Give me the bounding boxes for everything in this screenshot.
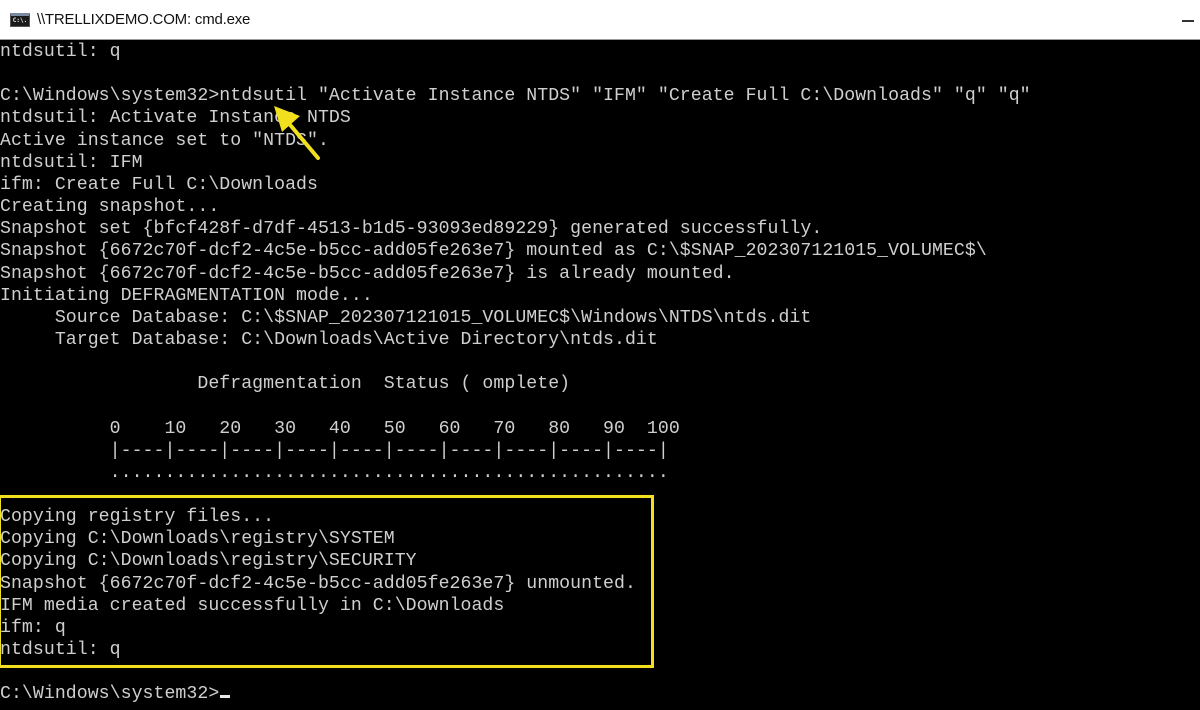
- text-cursor: [220, 695, 231, 699]
- console-line-text: Source Database: C:\$SNAP_202307121015_V…: [0, 307, 812, 328]
- console-line: Snapshot set {bfcf428f-d7df-4513-b1d5-93…: [0, 218, 822, 240]
- console-line-text: Creating snapshot...: [0, 197, 220, 218]
- console-line: ........................................…: [0, 462, 669, 484]
- console-line: Defragmentation Status ( omplete): [0, 373, 570, 395]
- title-bar[interactable]: C:\. \\TRELLIXDEMO.COM: cmd.exe: [0, 0, 1200, 40]
- console-line-text: Snapshot set {bfcf428f-d7df-4513-b1d5-93…: [0, 219, 823, 240]
- console-line-text: |----|----|----|----|----|----|----|----…: [0, 440, 669, 461]
- console-output[interactable]: ntdsutil: q C:\Windows\system32>ntdsutil …: [0, 40, 1200, 710]
- console-line-text: ifm: Create Full C:\Downloads: [0, 174, 318, 195]
- console-line: IFM media created successfully in C:\Dow…: [0, 595, 504, 617]
- console-line: ntdsutil: q: [0, 639, 121, 661]
- console-line: ntdsutil: q: [0, 41, 121, 63]
- console-line-text: ntdsutil: q: [0, 42, 121, 62]
- console-line: Snapshot {6672c70f-dcf2-4c5e-b5cc-add05f…: [0, 573, 636, 595]
- console-line: Target Database: C:\Downloads\Active Dir…: [0, 329, 658, 351]
- console-line: |----|----|----|----|----|----|----|----…: [0, 440, 669, 462]
- cmd-icon: C:\.: [10, 12, 30, 27]
- console-line-text: Snapshot {6672c70f-dcf2-4c5e-b5cc-add05f…: [0, 263, 735, 284]
- console-line: Creating snapshot...: [0, 196, 219, 218]
- cmd-window: C:\. \\TRELLIXDEMO.COM: cmd.exe ntdsutil…: [0, 0, 1200, 710]
- console-line-text: Target Database: C:\Downloads\Active Dir…: [0, 329, 658, 350]
- console-line-text: Copying registry files...: [0, 507, 275, 528]
- window-controls: [1182, 0, 1194, 39]
- console-line: Initiating DEFRAGMENTATION mode...: [0, 285, 373, 307]
- cmd-icon-glyph: C:\.: [12, 16, 28, 24]
- console-line: 0 10 20 30 40 50 60 70 80 90 100: [0, 418, 680, 440]
- console-line: Copying registry files...: [0, 506, 274, 528]
- console-line: ifm: Create Full C:\Downloads: [0, 174, 318, 196]
- console-line-text: ntdsutil: q: [0, 640, 121, 661]
- console-line: Copying C:\Downloads\registry\SYSTEM: [0, 528, 395, 550]
- console-line: C:\Windows\system32>: [0, 683, 231, 705]
- console-line: C:\Windows\system32>ntdsutil "Activate I…: [0, 85, 1031, 107]
- console-line: Active instance set to "NTDS".: [0, 130, 329, 152]
- console-line-text: ........................................…: [0, 462, 669, 483]
- console-line-text: IFM media created successfully in C:\Dow…: [0, 595, 505, 616]
- console-line-text: Snapshot {6672c70f-dcf2-4c5e-b5cc-add05f…: [0, 573, 636, 594]
- console-line-text: ntdsutil: Activate Instance NTDS: [0, 108, 351, 129]
- console-line: Snapshot {6672c70f-dcf2-4c5e-b5cc-add05f…: [0, 263, 735, 285]
- console-line-text: 0 10 20 30 40 50 60 70 80 90 100: [0, 418, 680, 439]
- console-line-text: Active instance set to "NTDS".: [0, 130, 329, 151]
- console-line: ifm: q: [0, 617, 66, 639]
- console-line: ntdsutil: IFM: [0, 152, 143, 174]
- console-line-text: ifm: q: [0, 617, 66, 638]
- console-line-text: Snapshot {6672c70f-dcf2-4c5e-b5cc-add05f…: [0, 241, 987, 262]
- console-line-text: C:\Windows\system32>ntdsutil "Activate I…: [0, 86, 1031, 107]
- console-line-text: Copying C:\Downloads\registry\SYSTEM: [0, 529, 395, 550]
- console-line-text: Copying C:\Downloads\registry\SECURITY: [0, 551, 417, 572]
- console-line-text: Defragmentation Status ( omplete): [0, 374, 571, 395]
- window-title: \\TRELLIXDEMO.COM: cmd.exe: [37, 11, 251, 28]
- console-line: Snapshot {6672c70f-dcf2-4c5e-b5cc-add05f…: [0, 240, 987, 262]
- console-line-text: ntdsutil: IFM: [0, 152, 143, 173]
- console-line: Source Database: C:\$SNAP_202307121015_V…: [0, 307, 811, 329]
- minimize-icon[interactable]: [1182, 19, 1194, 22]
- console-line-text: C:\Windows\system32>: [0, 684, 220, 705]
- console-line: Copying C:\Downloads\registry\SECURITY: [0, 550, 417, 572]
- console-line-text: Initiating DEFRAGMENTATION mode...: [0, 285, 373, 306]
- console-line: ntdsutil: Activate Instance NTDS: [0, 107, 351, 129]
